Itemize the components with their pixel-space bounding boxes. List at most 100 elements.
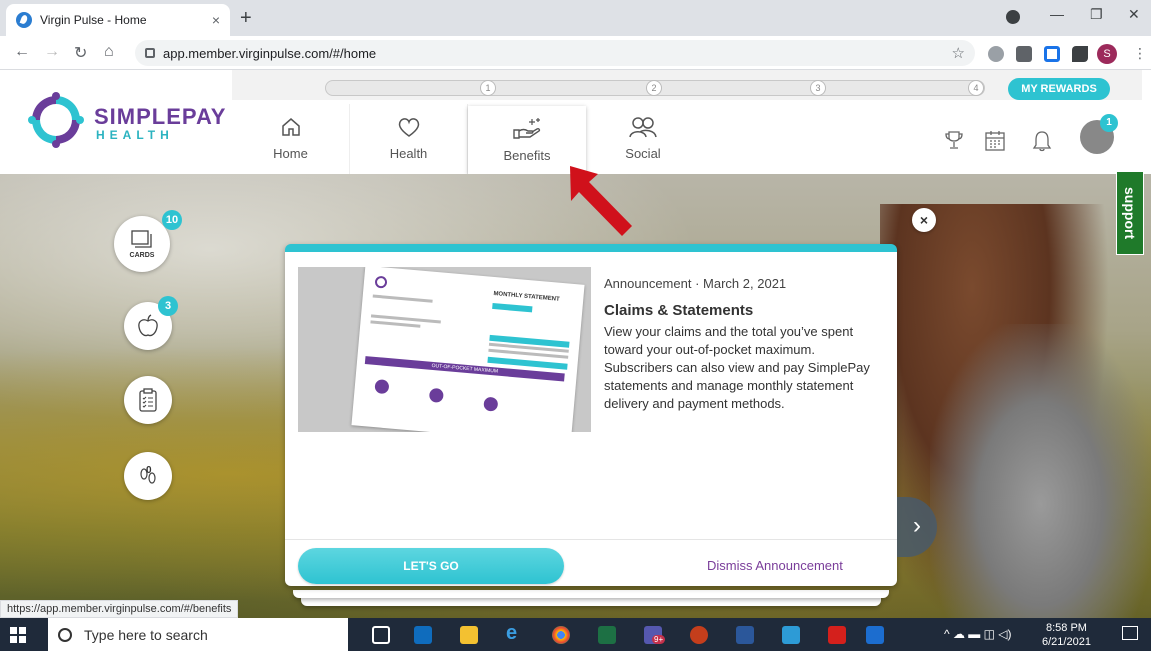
tab-title: Virgin Pulse - Home [40,13,147,27]
teams-badge: 9+ [652,635,666,644]
people-icon [629,117,657,138]
extension-icon[interactable] [1016,46,1032,62]
extension-grid-icon[interactable] [1044,46,1060,62]
outlook-icon[interactable] [414,626,432,644]
red-arrow-annotation [570,166,632,236]
nutrition-count-badge: 3 [158,296,178,316]
cards-label: CARDS [129,251,155,259]
app-header: SIMPLEPAY HEALTH 1 2 3 4 MY REWARDS Home… [0,70,1151,174]
windows-start-icon[interactable] [10,627,26,643]
logo-wordmark: SIMPLEPAY [94,104,227,129]
tab-close-icon[interactable]: × [212,12,220,28]
taskbar-search[interactable]: Type here to search [48,618,348,651]
puzzle-icon[interactable] [1072,46,1088,62]
notification-center-icon[interactable] [1122,626,1138,640]
progress-step: 1 [480,80,496,96]
windows-taskbar: Type here to search e 9+ ^ ☁ ▬ ◫ ◁) 8:58… [0,618,1151,651]
cards-icon [131,229,152,248]
nav-label: Health [389,146,428,161]
steps-button[interactable] [124,452,172,500]
hand-sparkle-icon [513,118,541,139]
card-stack-shadow [301,598,881,606]
close-window-icon[interactable]: ✕ [1128,6,1140,23]
url-text: app.member.virginpulse.com/#/home [163,45,377,61]
task-view-icon[interactable] [372,626,390,644]
nav-health[interactable]: Health [350,104,468,174]
statement-document-image: MONTHLY STATEMENT OUT-OF-POCKET MAXIMUM [351,267,585,432]
notification-badge: 1 [1100,114,1118,132]
cards-count-badge: 10 [162,210,182,230]
browser-tabstrip: Virgin Pulse - Home × + — ❐ ✕ [0,0,1151,36]
lets-go-button[interactable]: LET'S GO [298,548,564,584]
clock-date: 6/21/2021 [1042,636,1091,648]
nav-home[interactable]: Home [232,104,350,174]
taskbar-clock[interactable]: 8:58 PM 6/21/2021 [1042,621,1091,649]
internet-explorer-icon[interactable]: e [506,622,524,644]
modal-divider [285,539,897,540]
simplepay-logo-mark [28,92,84,148]
clock-time: 8:58 PM [1045,622,1087,634]
word-icon[interactable] [736,626,754,644]
powerpoint-icon[interactable] [690,626,708,644]
announcement-modal: MONTHLY STATEMENT OUT-OF-POCKET MAXIMUM … [285,244,897,586]
lock-icon [145,48,155,58]
bookmark-star-icon[interactable]: ☆ [952,44,965,62]
card-stack-shadow [293,590,889,598]
reload-icon[interactable]: ↻ [74,43,87,63]
taskbar-search-placeholder: Type here to search [84,626,208,643]
browser-tab[interactable]: Virgin Pulse - Home × [6,4,230,36]
excel-icon[interactable] [598,626,616,644]
thumb-heading: MONTHLY STATEMENT [493,290,560,303]
calendar-icon[interactable] [985,130,1005,152]
heart-icon [398,118,419,137]
cards-button[interactable]: CARDS [114,216,170,272]
app-icon[interactable] [866,626,884,644]
nav-label: Home [273,146,308,161]
home-icon [281,118,300,136]
minimize-icon[interactable]: — [1050,6,1064,22]
acrobat-icon[interactable] [828,626,846,644]
profile-avatar[interactable]: S [1097,44,1117,64]
announcement-type: Announcement [604,276,692,291]
back-icon[interactable]: ← [14,43,30,61]
home-browser-icon[interactable]: ⌂ [104,43,114,61]
simplepay-small-logo-icon [375,276,388,289]
my-rewards-button[interactable]: MY REWARDS [1008,78,1110,100]
progress-step: 2 [646,80,662,96]
file-explorer-icon[interactable] [460,626,478,644]
close-announcement-button[interactable]: × [912,208,936,232]
progress-step: 4 [968,80,984,96]
meta-separator: · [695,276,700,291]
tasks-button[interactable] [124,376,172,424]
statement-thumbnail: MONTHLY STATEMENT OUT-OF-POCKET MAXIMUM [298,267,591,432]
announcement-date: March 2, 2021 [703,276,787,291]
address-bar[interactable]: app.member.virginpulse.com/#/home ☆ [135,40,975,66]
logo-subword: HEALTH [96,128,174,142]
dismiss-announcement-link[interactable]: Dismiss Announcement [707,558,843,573]
photos-icon[interactable] [782,626,800,644]
chrome-profile-icon[interactable] [1006,10,1020,24]
announcement-title: Claims & Statements [604,302,754,319]
apple-icon [138,314,158,337]
steps-count: 0 [146,465,152,476]
browser-toolbar: ← → ↻ ⌂ app.member.virginpulse.com/#/hom… [0,36,1151,70]
support-tab[interactable]: support [1116,171,1144,255]
clipboard-icon [139,388,157,412]
announcement-body: View your claims and the total you’ve sp… [604,324,870,411]
extension-icon[interactable] [988,46,1004,62]
system-tray[interactable]: ^ ☁ ▬ ◫ ◁) [944,627,1012,641]
virgin-pulse-favicon [16,12,32,28]
chrome-icon[interactable] [552,626,570,644]
bell-icon[interactable] [1032,130,1052,152]
rewards-progress-bar: 1 2 3 4 [325,80,985,96]
simplepay-logo[interactable]: SIMPLEPAY HEALTH [28,92,228,152]
status-bar-url: https://app.member.virginpulse.com/#/ben… [0,600,239,618]
forward-icon[interactable]: → [44,43,60,61]
chrome-menu-icon[interactable]: ⋮ [1133,45,1147,62]
search-icon [58,627,72,642]
trophy-icon[interactable] [945,130,963,152]
announcement-meta: Announcement · March 2, 2021 [604,276,786,291]
restore-icon[interactable]: ❐ [1090,6,1103,23]
new-tab-button[interactable]: + [240,8,252,28]
progress-step: 3 [810,80,826,96]
